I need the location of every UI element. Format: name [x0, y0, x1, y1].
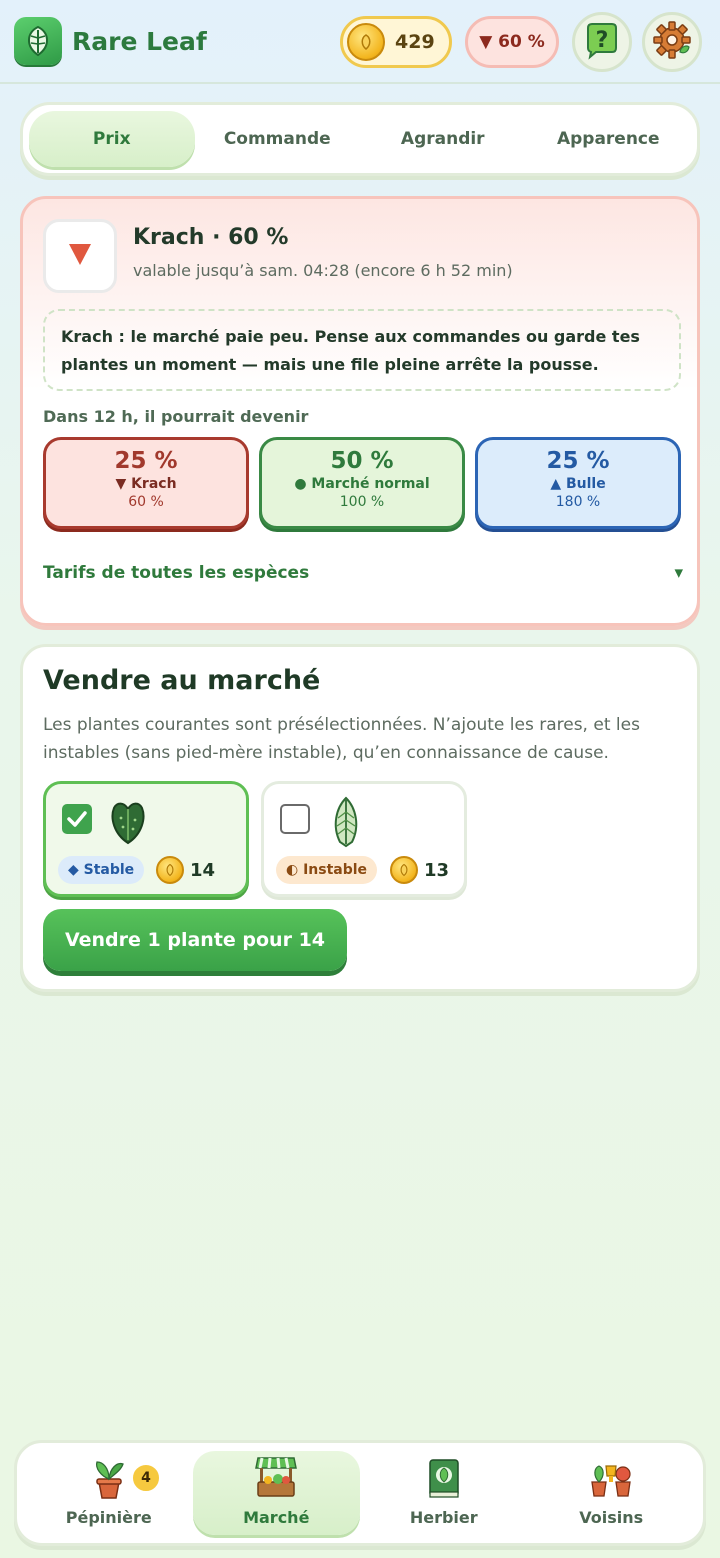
coin-balance[interactable]: 429 — [340, 16, 452, 68]
forecast-label: Dans 12 h, il pourrait devenir — [43, 407, 309, 426]
market-state-validity: valable jusqu’à sam. 04:28 (encore 6 h 5… — [133, 261, 513, 280]
gear-icon — [651, 19, 693, 65]
sell-market-card: Vendre au marché Les plantes courantes s… — [20, 644, 700, 992]
top-bar: Rare Leaf 429 ▼ 60 % ? — [0, 0, 720, 84]
nav-label: Herbier — [409, 1508, 478, 1527]
market-state-card: Krach · 60 % valable jusqu’à sam. 04:28 … — [20, 196, 700, 626]
tab-apparence[interactable]: Apparence — [526, 111, 692, 167]
forecast-label: ▼ Krach — [115, 476, 177, 492]
forecast-label: ▲ Bulle — [550, 476, 606, 492]
bottom-nav: 4 Pépinière Marché Herbier Voisins — [14, 1440, 706, 1546]
tab-prix[interactable]: Prix — [29, 111, 195, 167]
neighbors-plants-icon — [586, 1456, 636, 1504]
all-rates-label: Tarifs de toutes les espèces — [43, 563, 310, 583]
plant-card[interactable]: ◆ Stable 14 — [43, 781, 249, 897]
market-status-badge[interactable]: ▼ 60 % — [465, 16, 559, 68]
down-triangle-icon — [67, 241, 93, 271]
plant-checkbox[interactable] — [62, 804, 92, 834]
forecast-chance: 50 % — [330, 448, 394, 474]
nav-count-badge: 4 — [131, 1463, 161, 1493]
coin-icon — [156, 856, 184, 884]
leaf-logo-icon — [14, 17, 62, 65]
forecast-value: 60 % — [128, 494, 164, 510]
nav-label: Marché — [243, 1508, 310, 1527]
forecast-chance: 25 % — [114, 448, 178, 474]
plant-checkbox[interactable] — [280, 804, 310, 834]
potted-plant-icon — [87, 1456, 131, 1504]
svg-text:?: ? — [596, 28, 609, 53]
coin-count: 429 — [395, 31, 435, 53]
forecast-chance: 25 % — [546, 448, 610, 474]
coin-icon — [347, 23, 385, 61]
all-rates-toggle[interactable]: Tarifs de toutes les espèces ▾ — [43, 563, 683, 583]
nav-label: Pépinière — [65, 1508, 152, 1527]
coin-icon — [390, 856, 418, 884]
forecast-bulle: 25 % ▲ Bulle 180 % — [475, 437, 681, 529]
forecast-krach: 25 % ▼ Krach 60 % — [43, 437, 249, 529]
forecast-label: ● Marché normal — [294, 476, 430, 492]
help-button[interactable]: ? — [572, 12, 632, 72]
nav-herbier[interactable]: Herbier — [360, 1451, 528, 1535]
arrow-leaf-icon — [326, 796, 366, 852]
nav-marche[interactable]: Marché — [192, 1451, 360, 1535]
sell-description: Les plantes courantes sont présélectionn… — [43, 715, 640, 763]
plant-price: 13 — [390, 856, 449, 884]
plant-price-value: 13 — [424, 859, 450, 881]
forecast-value: 180 % — [555, 494, 601, 510]
question-icon: ? — [582, 20, 622, 64]
heart-leaf-icon — [108, 796, 148, 850]
forecast-value: 100 % — [339, 494, 385, 510]
app-title: Rare Leaf — [72, 26, 207, 56]
tab-agrandir[interactable]: Agrandir — [360, 111, 526, 167]
chevron-down-icon: ▾ — [674, 563, 683, 583]
stability-badge: ◆ Stable — [58, 856, 145, 884]
market-state-note: Krach : le marché paie peu. Pense aux co… — [43, 309, 681, 391]
sell-title: Vendre au marché — [43, 665, 321, 696]
nav-pepiniere[interactable]: 4 Pépinière — [25, 1451, 193, 1535]
market-stall-icon — [252, 1452, 300, 1504]
nav-voisins[interactable]: Voisins — [528, 1451, 696, 1535]
market-state-title: Krach · 60 % — [133, 225, 289, 250]
stability-badge: ◐ Instable — [276, 856, 378, 884]
market-tabs: Prix Commande Agrandir Apparence — [20, 102, 700, 176]
settings-button[interactable] — [642, 12, 702, 72]
forecast-normal: 50 % ● Marché normal 100 % — [259, 437, 465, 529]
nav-label: Voisins — [579, 1508, 644, 1527]
crash-indicator — [43, 219, 117, 293]
plant-card[interactable]: ◐ Instable 13 — [261, 781, 467, 897]
book-icon — [422, 1456, 466, 1504]
plant-price-value: 14 — [190, 859, 216, 881]
tab-commande[interactable]: Commande — [195, 111, 361, 167]
plant-price: 14 — [156, 856, 215, 884]
sell-button[interactable]: Vendre 1 plante pour 14 — [43, 909, 347, 971]
